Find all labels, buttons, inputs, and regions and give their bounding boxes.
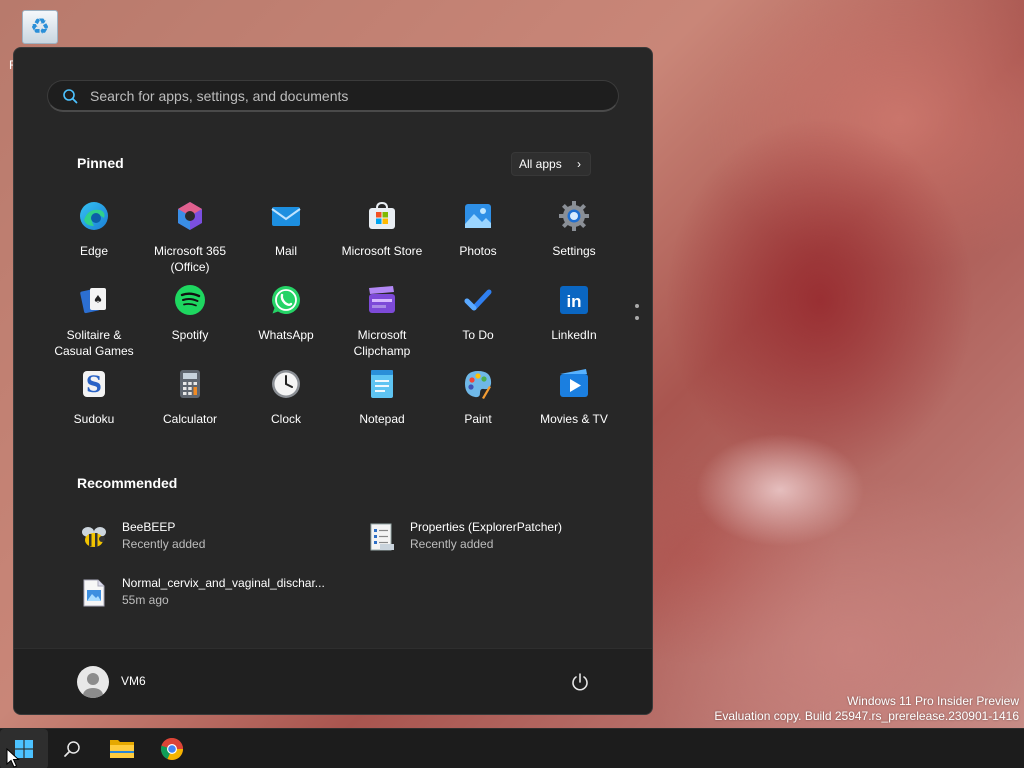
pinned-app-clock[interactable]: Clock [238,368,334,427]
pinned-app-mail[interactable]: Mail [238,200,334,259]
app-label: Paint [464,412,492,426]
app-label: Microsoft 365 (Office) [153,244,227,274]
svg-text:S: S [86,372,102,398]
recommended-item-detail: 55m ago [122,593,169,607]
movies-tv-icon [560,369,588,397]
pinned-app-sudoku[interactable]: S Sudoku [46,368,142,427]
image-file-icon [83,579,105,607]
pinned-app-linkedin[interactable]: in LinkedIn [526,284,622,343]
taskbar-search-button[interactable] [48,729,96,768]
mail-icon [271,207,301,226]
app-label: Settings [552,244,596,258]
sudoku-icon: S [83,371,105,398]
pinned-heading: Pinned [77,155,124,171]
todo-icon [464,289,492,311]
pinned-app-microsoft-store[interactable]: Microsoft Store [334,200,430,259]
recommended-item-properties[interactable]: Properties (ExplorerPatcher) Recently ad… [367,518,627,558]
user-avatar-icon[interactable] [77,666,109,698]
clock-icon [272,370,300,398]
taskbar [0,728,1024,768]
svg-text:♠: ♠ [93,293,103,306]
app-label: Edge [79,244,109,258]
notepad-icon [371,370,393,398]
photos-icon [465,204,491,228]
pinned-app-paint[interactable]: Paint [430,368,526,427]
edge-icon [80,202,108,230]
pinned-app-photos[interactable]: Photos [430,200,526,259]
recommended-item-name: Normal_cervix_and_vaginal_dischar... [122,576,325,590]
store-icon [369,201,395,229]
svg-text:in: in [566,292,581,311]
linkedin-icon: in [560,286,588,314]
microsoft-365-icon [178,202,202,230]
properties-icon [370,523,394,551]
recommended-item-detail: Recently added [122,537,206,551]
pinned-app-settings[interactable]: Settings [526,200,622,259]
pinned-app-spotify[interactable]: Spotify [142,284,238,343]
watermark-line-1: Windows 11 Pro Insider Preview [847,694,1019,708]
calculator-icon [180,370,200,398]
watermark-line-2: Evaluation copy. Build 25947.rs_prerelea… [714,709,1019,723]
app-label: Spotify [171,328,209,342]
app-label: Mail [274,244,297,258]
app-label: LinkedIn [551,328,597,342]
recommended-item-image-file[interactable]: Normal_cervix_and_vaginal_dischar... 55m… [79,574,339,614]
pinned-app-calculator[interactable]: Calculator [142,368,238,427]
app-label: Clock [270,412,301,426]
mouse-cursor-icon [6,748,20,768]
app-label: To Do [462,328,494,342]
all-apps-button[interactable]: All apps › [511,152,591,176]
bee-icon [82,527,106,547]
user-name[interactable]: VM6 [121,674,146,688]
recommended-item-name: Properties (ExplorerPatcher) [410,520,563,534]
app-label: Sudoku [73,412,115,426]
search-icon [63,89,78,104]
recommended-heading: Recommended [77,475,178,491]
app-label: WhatsApp [258,328,314,342]
clipchamp-icon [369,286,395,313]
evaluation-watermark: Windows 11 Pro Insider Preview Evaluatio… [714,694,1019,724]
app-label: Movies & TV [540,412,608,426]
power-icon[interactable] [570,672,590,692]
all-apps-label: All apps [519,157,562,171]
app-label: Microsoft Store [341,244,423,258]
taskbar-chrome[interactable] [148,729,196,768]
settings-gear-icon [559,201,589,231]
pinned-app-notepad[interactable]: Notepad [334,368,430,427]
pinned-app-clipchamp[interactable]: Microsoft Clipchamp [334,284,430,359]
search-input[interactable]: Search for apps, settings, and documents [90,81,348,111]
start-menu-footer: VM6 [14,648,652,714]
pinned-app-edge[interactable]: Edge [46,200,142,259]
pinned-app-todo[interactable]: To Do [430,284,526,343]
app-label: Microsoft Clipchamp [353,328,411,358]
pinned-app-whatsapp[interactable]: WhatsApp [238,284,334,343]
start-menu: Search for apps, settings, and documents… [13,47,653,715]
app-label: Notepad [359,412,405,426]
recycle-symbol-icon: ♻ [30,14,50,39]
spotify-icon [175,285,205,315]
recommended-item-name: BeeBEEP [122,520,176,534]
paint-icon [465,371,492,399]
whatsapp-icon [271,286,300,314]
app-label: Solitaire & Casual Games [54,328,134,358]
taskbar-file-explorer[interactable] [98,729,146,768]
chevron-right-icon: › [577,157,581,171]
app-label: Calculator [162,412,218,426]
chrome-icon [160,737,183,760]
start-search-box[interactable]: Search for apps, settings, and documents [47,80,619,112]
pinned-app-solitaire[interactable]: ♠ Solitaire & Casual Games [46,284,142,359]
pinned-app-movies-tv[interactable]: Movies & TV [526,368,622,427]
file-explorer-icon [110,740,134,758]
recommended-item-beebeep[interactable]: BeeBEEP Recently added [79,518,339,558]
app-label: Photos [459,244,497,258]
pinned-app-microsoft-365[interactable]: Microsoft 365 (Office) [142,200,238,275]
pinned-page-indicator[interactable] [635,304,639,328]
search-icon [64,741,80,757]
recommended-item-detail: Recently added [410,537,494,551]
solitaire-icon: ♠ [80,288,106,314]
